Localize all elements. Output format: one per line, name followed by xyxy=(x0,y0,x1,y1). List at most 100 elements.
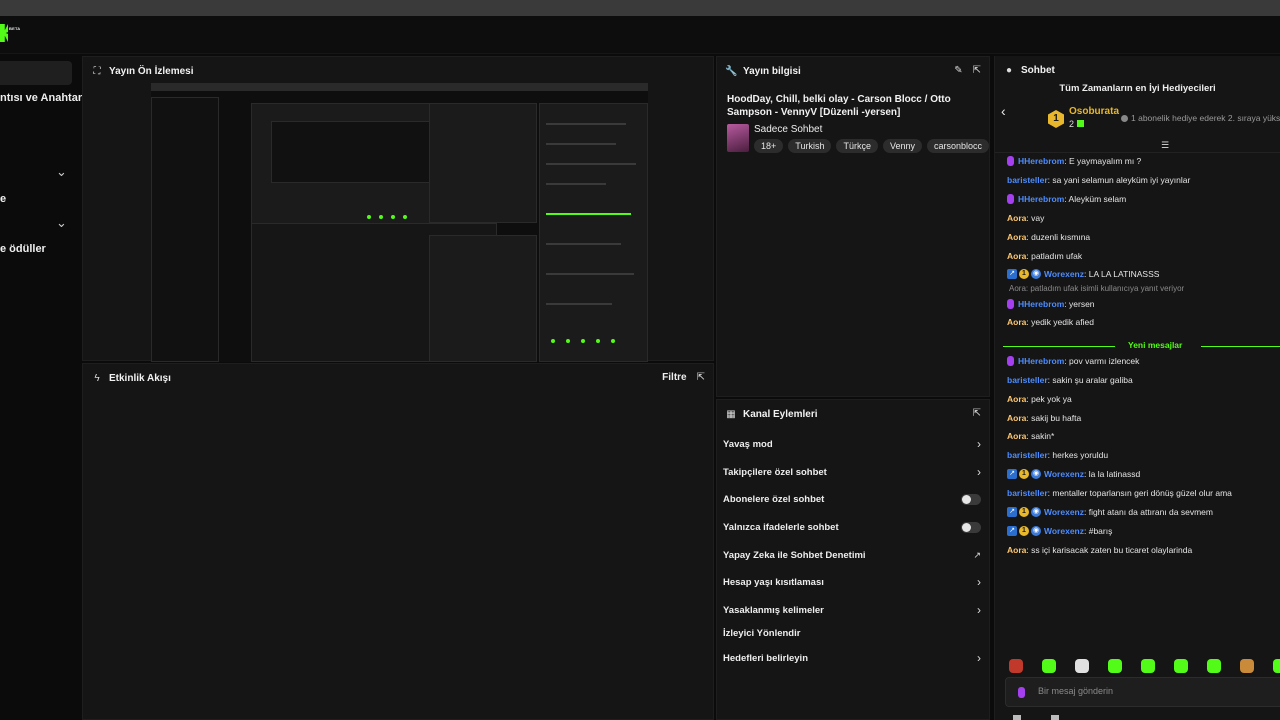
chat-username[interactable]: HHerebrom xyxy=(1018,356,1064,366)
action-banned-words[interactable]: Yasaklanmış kelimeler › xyxy=(723,600,981,620)
chat-username[interactable]: baristeller xyxy=(1007,488,1048,498)
collapse-handle-icon[interactable]: ☰ xyxy=(1161,140,1169,151)
chevron-left-icon[interactable]: ‹ xyxy=(1001,103,1006,119)
chat-username[interactable]: Worexenz xyxy=(1044,269,1084,279)
chat-username[interactable]: Aora xyxy=(1007,413,1026,423)
chat-username[interactable]: baristeller xyxy=(1007,375,1048,385)
chat-message-text: : yersen xyxy=(1064,299,1095,309)
action-goals[interactable]: Hedefleri belirleyin › xyxy=(723,648,981,668)
emote-icon[interactable] xyxy=(1141,659,1155,673)
panel-title: Kanal Eylemleri xyxy=(743,408,818,420)
chat-username[interactable]: Aora xyxy=(1007,232,1026,242)
preview-emote xyxy=(367,215,371,219)
preview-sidebar xyxy=(151,97,219,362)
mic-badge-icon xyxy=(1007,194,1014,204)
panel-actions: ⇱ xyxy=(973,408,981,419)
chat-username[interactable]: Worexenz xyxy=(1044,507,1084,517)
popout-icon[interactable]: ⇱ xyxy=(697,372,705,383)
action-raid[interactable]: İzleyici Yönlendir xyxy=(723,623,981,643)
filter-button[interactable]: Filtre xyxy=(662,372,686,383)
tag[interactable]: carsonblocc xyxy=(927,139,990,153)
chevron-down-icon[interactable]: ⌄ xyxy=(56,215,67,231)
chat-message: HHerebrom: yersen xyxy=(1007,299,1095,309)
chat-message-text: : duzenli kısmına xyxy=(1026,232,1091,242)
preview-browser-bar xyxy=(151,83,648,91)
preview-emote xyxy=(551,339,555,343)
chat-message: baristeller: sakin şu aralar galiba xyxy=(1007,375,1133,385)
sidebar-item-keys[interactable]: ntısı ve Anahtarı xyxy=(0,92,85,104)
stream-preview-panel: ⛶ Yayın Ön İzlemesi xyxy=(82,56,714,362)
sidebar-item-active[interactable] xyxy=(0,61,72,85)
settings-icon[interactable] xyxy=(1051,715,1059,720)
emote-icon[interactable] xyxy=(1174,659,1188,673)
action-account-age[interactable]: Hesap yaşı kısıtlaması › xyxy=(723,572,981,592)
emote-icon[interactable] xyxy=(1075,659,1089,673)
chat-input[interactable]: Bir mesaj gönderin xyxy=(1005,677,1280,707)
chat-username[interactable]: baristeller xyxy=(1007,450,1048,460)
chat-username[interactable]: Aora xyxy=(1007,317,1026,327)
popout-icon[interactable]: ⇱ xyxy=(973,65,981,76)
subscribers-only-toggle[interactable] xyxy=(961,493,981,505)
chat-message: HHerebrom: Aleyküm selam xyxy=(1007,194,1126,204)
emote-icon[interactable] xyxy=(1108,659,1122,673)
action-slow-mode[interactable]: Yavaş mod › xyxy=(723,434,981,454)
user-icon[interactable] xyxy=(1013,715,1021,720)
emote-icon[interactable] xyxy=(1240,659,1254,673)
chat-username[interactable]: HHerebrom xyxy=(1018,299,1064,309)
chat-message: baristeller: mentaller toparlansın geri … xyxy=(1007,488,1232,498)
chat-message-text: : sakin* xyxy=(1026,431,1055,441)
sidebar-item-rewards[interactable]: e ödüller xyxy=(0,243,46,255)
chat-message: Aora: sakij bu hafta xyxy=(1007,413,1081,423)
chat-username[interactable]: baristeller xyxy=(1007,175,1048,185)
action-label: Yavaş mod xyxy=(723,438,773,450)
tag[interactable]: Turkish xyxy=(788,139,832,153)
chevron-down-icon[interactable]: ⌄ xyxy=(56,164,67,180)
chat-username[interactable]: Aora xyxy=(1007,251,1026,261)
mic-badge-icon xyxy=(1007,156,1014,166)
emote-icon[interactable] xyxy=(1273,659,1280,673)
chat-username[interactable]: Aora xyxy=(1007,545,1026,555)
emote-icon[interactable] xyxy=(1207,659,1221,673)
popout-icon[interactable]: ⇱ xyxy=(973,408,981,419)
gift-count-value: 2 xyxy=(1069,119,1075,129)
chevron-right-icon: › xyxy=(977,465,981,479)
tag[interactable]: 18+ xyxy=(754,139,784,153)
chat-username[interactable]: Aora xyxy=(1007,394,1026,404)
logo-mark-icon xyxy=(0,24,8,42)
edit-icon[interactable]: ✎ xyxy=(954,65,962,76)
stream-preview-video[interactable] xyxy=(151,83,648,362)
chat-username[interactable]: Aora xyxy=(1007,213,1026,223)
action-followers-only[interactable]: Takipçilere özel sohbet › xyxy=(723,462,981,482)
kick-logo[interactable]: BETA xyxy=(0,24,22,46)
globe-badge-icon: ◉ xyxy=(1031,507,1041,517)
chat-username[interactable]: Worexenz xyxy=(1044,526,1084,536)
action-ai-moderation[interactable]: Yapay Zeka ile Sohbet Denetimi ↗ xyxy=(723,545,981,565)
panel-header: ϟ Etkinlik Akışı xyxy=(83,364,713,392)
panel-title: Sohbet xyxy=(1021,64,1055,76)
mic-badge-icon xyxy=(1007,356,1014,366)
chat-message: ↗ 1 ◉ Worexenz: fight atanı da attıranı da … xyxy=(1007,507,1213,517)
preview-line xyxy=(546,243,621,245)
gifter-badge-icon: 1 xyxy=(1019,526,1029,536)
chevron-right-icon: › xyxy=(977,437,981,451)
chevron-right-icon: › xyxy=(977,603,981,617)
emote-only-toggle[interactable] xyxy=(961,521,981,533)
chat-username[interactable]: Aora xyxy=(1007,431,1026,441)
tag[interactable]: Türkçe xyxy=(836,139,878,153)
emote-icon[interactable] xyxy=(1042,659,1056,673)
chat-message-text: : fight atanı da attıranı da sevmem xyxy=(1084,507,1213,517)
tag[interactable]: Venny xyxy=(882,139,922,153)
chat-message: Aora: duzenli kısmına xyxy=(1007,232,1090,242)
sidebar-item-e[interactable]: e xyxy=(0,193,6,205)
preview-emote xyxy=(403,215,407,219)
chat-username[interactable]: Worexenz xyxy=(1044,469,1084,479)
preview-line xyxy=(546,143,616,145)
panel-actions: Filtre ⇱ xyxy=(662,372,705,383)
chat-username[interactable]: HHerebrom xyxy=(1018,156,1064,166)
emote-icon[interactable] xyxy=(1009,659,1023,673)
gifter-name[interactable]: Osoburata xyxy=(1069,106,1119,117)
gift-note-text: 1 abonelik hediye ederek 2. sıraya yükse… xyxy=(1131,113,1280,123)
chat-username[interactable]: HHerebrom xyxy=(1018,194,1064,204)
quick-emote-bar xyxy=(1009,659,1280,673)
chat-input-placeholder: Bir mesaj gönderin xyxy=(1038,686,1114,696)
